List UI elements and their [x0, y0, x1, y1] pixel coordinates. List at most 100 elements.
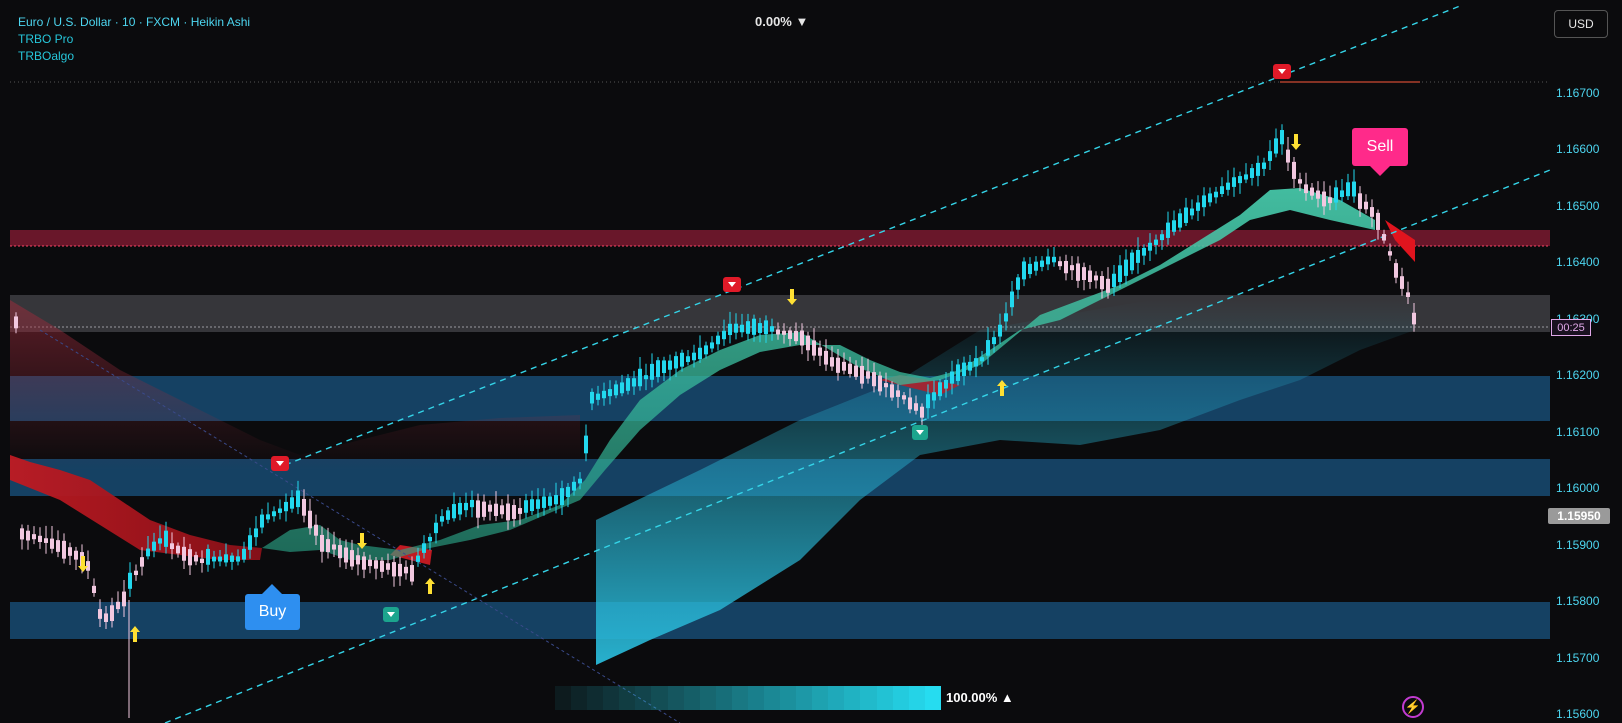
heatmap-segment — [731, 686, 748, 710]
bear-candle — [314, 524, 318, 536]
bull-candle — [428, 536, 432, 542]
price-tick-label: 1.16600 — [1556, 142, 1600, 156]
bull-candle — [596, 393, 600, 400]
bear-candle — [800, 330, 804, 346]
sell-marker-2 — [723, 277, 741, 292]
bull-candle — [554, 494, 558, 505]
bull-candle — [1244, 174, 1248, 180]
bear-candle — [1316, 190, 1320, 199]
bull-candle — [560, 488, 564, 506]
bull-candle — [1052, 256, 1056, 263]
bear-candle — [182, 546, 186, 561]
heatmap-gradient-bar — [555, 686, 941, 710]
bull-candle — [164, 530, 168, 547]
bull-candle — [1202, 195, 1206, 208]
bear-candle — [92, 585, 96, 593]
bear-candle — [1094, 275, 1098, 281]
bear-candle — [134, 570, 138, 576]
yellow-arrow-up — [425, 578, 435, 594]
bull-candle — [1028, 263, 1032, 275]
bear-candle — [1292, 161, 1296, 179]
bull-candle — [290, 497, 294, 509]
bear-candle — [1286, 149, 1290, 163]
heatmap-segment — [876, 686, 893, 710]
bull-candle — [1154, 239, 1158, 245]
bear-candle — [188, 549, 192, 566]
bear-candle — [362, 556, 366, 570]
bull-candle — [1214, 191, 1218, 198]
bull-candle — [1238, 176, 1242, 184]
bull-candle — [692, 352, 696, 361]
bear-candle — [308, 510, 312, 529]
bear-candle — [1310, 187, 1314, 196]
bear-candle — [1070, 265, 1074, 271]
heatmap-segment — [555, 686, 572, 710]
bull-candle — [668, 360, 672, 370]
bull-candle — [980, 357, 984, 362]
indicator-trbo-pro[interactable]: TRBO Pro — [18, 31, 250, 48]
bear-candle — [20, 528, 24, 540]
heatmap-segment — [667, 686, 684, 710]
heatmap-segment — [651, 686, 668, 710]
bull-candle — [686, 356, 690, 362]
top-change-percent: 0.00% ▼ — [755, 14, 809, 29]
resistance-zone-red — [10, 230, 1550, 246]
currency-button[interactable]: USD — [1554, 10, 1608, 38]
bear-candle — [494, 503, 498, 516]
demand-zone-3 — [10, 602, 1550, 639]
bull-candle — [608, 389, 612, 397]
heatmap-segment — [715, 686, 732, 710]
bear-candle — [1058, 261, 1062, 267]
bull-candle — [584, 435, 588, 454]
bear-candle — [794, 330, 798, 342]
bear-candle — [836, 357, 840, 373]
bear-candle — [326, 539, 330, 553]
bull-candle — [626, 378, 630, 391]
bull-candle — [1118, 265, 1122, 283]
bull-candle — [1112, 273, 1116, 287]
bear-candle — [1064, 260, 1068, 274]
bull-candle — [644, 375, 648, 380]
heatmap-segment — [683, 686, 700, 710]
bull-candle — [1232, 177, 1236, 187]
bull-candle — [1280, 130, 1284, 145]
bear-candle — [1304, 184, 1308, 194]
symbol-title[interactable]: Euro / U.S. Dollar · 10 · FXCM · Heikin … — [18, 14, 250, 31]
bear-candle — [1100, 276, 1104, 290]
bear-candle — [374, 560, 378, 569]
lightning-icon[interactable]: ⚡ — [1402, 696, 1424, 718]
bull-candle — [224, 554, 228, 563]
bull-candle — [1340, 190, 1344, 197]
bull-candle — [974, 358, 978, 367]
bull-candle — [218, 556, 222, 562]
yellow-arrow-down — [1291, 134, 1301, 150]
bear-candle — [896, 390, 900, 397]
bull-candle — [740, 324, 744, 333]
bull-candle — [212, 556, 216, 562]
heatmap-segment — [587, 686, 604, 710]
bull-candle — [680, 352, 684, 367]
bear-candle — [878, 375, 882, 392]
bull-candle — [470, 499, 474, 508]
bull-candle — [638, 368, 642, 387]
bull-candle — [620, 382, 624, 394]
bear-candle — [392, 562, 396, 577]
bull-candle — [278, 508, 282, 513]
bull-candle — [242, 548, 246, 560]
bull-candle — [1208, 193, 1212, 203]
bull-candle — [746, 321, 750, 334]
indicator-trboalgo[interactable]: TRBOalgo — [18, 48, 250, 65]
bar-countdown: 00:25 — [1551, 319, 1591, 336]
bull-candle — [710, 342, 714, 349]
bear-candle — [110, 605, 114, 622]
bull-candle — [158, 538, 162, 544]
bear-candle — [1358, 193, 1362, 209]
chart-canvas[interactable] — [0, 0, 1622, 723]
bull-candle — [1166, 222, 1170, 238]
bear-candle — [1400, 276, 1404, 289]
bear-candle — [368, 559, 372, 567]
bull-candle — [1250, 168, 1254, 178]
bear-candle — [1394, 263, 1398, 278]
bear-candle — [176, 545, 180, 554]
bull-candle — [734, 323, 738, 333]
